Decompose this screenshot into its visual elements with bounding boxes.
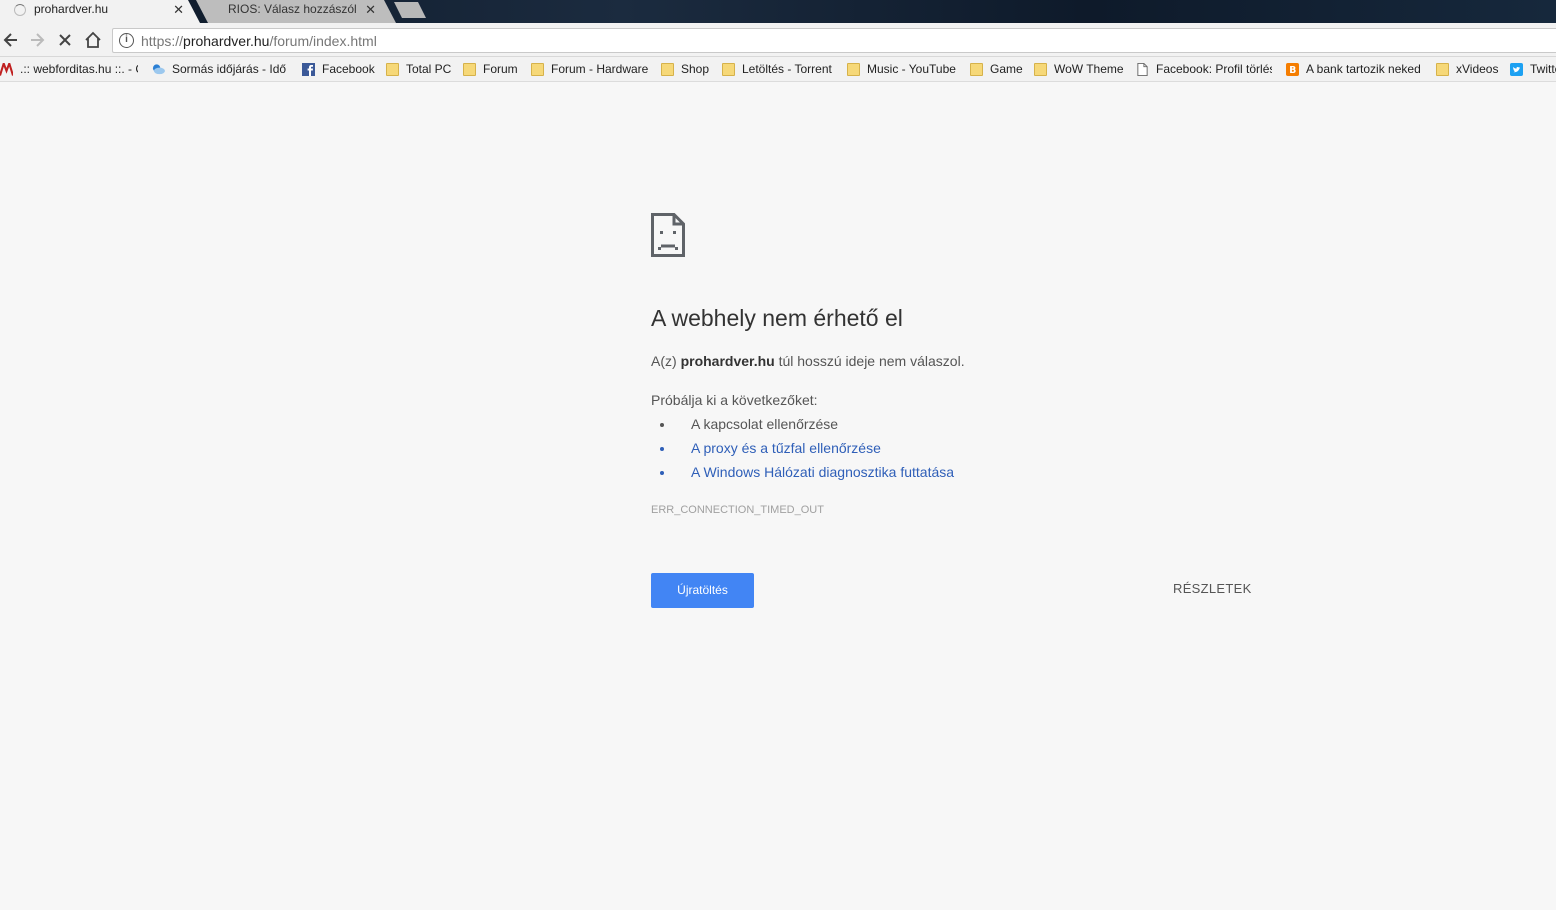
bookmark-folder-music-youtube[interactable]: Music - YouTube — [847, 61, 961, 78]
twitter-icon — [1510, 63, 1523, 76]
folder-icon — [531, 63, 544, 76]
suggestions-list: A kapcsolat ellenőrzése A proxy és a tűz… — [675, 412, 954, 484]
bookmark-folder-forum[interactable]: Forum — [463, 61, 521, 78]
browser-toolbar: i https://prohardver.hu/forum/index.html — [0, 23, 1556, 57]
suggestion-check-proxy-link[interactable]: A proxy és a tűzfal ellenőrzése — [675, 436, 954, 460]
tab-close-icon[interactable]: ✕ — [173, 3, 184, 17]
bookmark-folder-letoltes-torrent[interactable]: Letöltés - Torrent — [722, 61, 840, 78]
folder-icon — [386, 63, 399, 76]
new-tab-button[interactable] — [394, 2, 426, 18]
reload-button[interactable]: Újratöltés — [651, 573, 754, 608]
folder-icon — [722, 63, 735, 76]
error-code: ERR_CONNECTION_TIMED_OUT — [651, 504, 824, 516]
bookmark-folder-total-pc[interactable]: Total PC — [386, 61, 454, 78]
blogger-icon: B — [1286, 63, 1299, 76]
tab-rios[interactable]: RIOS: Válasz hozzászólás ✕ — [196, 0, 396, 23]
forward-arrow-icon — [31, 33, 45, 47]
folder-icon — [661, 63, 674, 76]
folder-icon — [1034, 63, 1047, 76]
address-bar[interactable]: i https://prohardver.hu/forum/index.html — [112, 28, 1556, 53]
home-icon — [85, 31, 101, 48]
loading-spinner-icon — [14, 4, 26, 16]
bookmark-sormas-idojaras[interactable]: Sormás időjárás - Idő — [152, 61, 288, 78]
bookmarks-bar: .:: webforditas.hu ::. - C Sormás időjár… — [0, 57, 1556, 82]
back-arrow-icon — [3, 33, 17, 47]
home-button[interactable] — [82, 29, 104, 51]
folder-icon — [1436, 63, 1449, 76]
url-text: https://prohardver.hu/forum/index.html — [141, 33, 377, 49]
tab-prohardver[interactable]: prohardver.hu ✕ — [0, 0, 200, 23]
bookmark-folder-game[interactable]: Game — [970, 61, 1026, 78]
tab-title: prohardver.hu — [34, 2, 109, 16]
tab-close-icon[interactable]: ✕ — [365, 3, 376, 17]
webforditas-icon — [0, 63, 13, 76]
tab-title: RIOS: Válasz hozzászólás — [228, 2, 356, 16]
bookmark-folder-shop[interactable]: Shop — [661, 61, 713, 78]
bookmark-twitter[interactable]: Twitter — [1510, 61, 1556, 78]
bookmark-webforditas[interactable]: .:: webforditas.hu ::. - C — [0, 61, 138, 78]
bookmark-facebook[interactable]: Facebook — [302, 61, 378, 78]
bookmark-folder-forum-hardware[interactable]: Forum - Hardware — [531, 61, 653, 78]
suggestions-label: Próbálja ki a következőket: — [651, 392, 818, 408]
error-title: A webhely nem érhető el — [651, 305, 903, 331]
weather-icon — [152, 64, 165, 75]
sad-page-icon — [651, 213, 685, 257]
stop-button[interactable] — [54, 29, 76, 51]
suggestion-check-connection: A kapcsolat ellenőrzése — [675, 412, 954, 436]
folder-icon — [847, 63, 860, 76]
bookmark-facebook-profil-torles[interactable]: Facebook: Profil törlés — [1136, 61, 1272, 78]
details-button[interactable]: RÉSZLETEK — [1173, 581, 1252, 596]
folder-icon — [463, 63, 476, 76]
bookmark-a-bank-tartozik-neked[interactable]: B A bank tartozik neked — [1286, 61, 1422, 78]
facebook-icon — [302, 63, 315, 76]
error-description: A(z) prohardver.hu túl hosszú ideje nem … — [651, 353, 965, 369]
folder-icon — [970, 63, 983, 76]
svg-text:B: B — [1289, 65, 1296, 76]
forward-button[interactable] — [26, 29, 48, 51]
error-host: prohardver.hu — [680, 353, 775, 369]
site-info-icon[interactable]: i — [119, 33, 134, 48]
tab-strip: prohardver.hu ✕ RIOS: Válasz hozzászólás… — [0, 0, 1556, 23]
bookmark-folder-xvideos[interactable]: xVideos — [1436, 61, 1502, 78]
bookmark-folder-wow-theme[interactable]: WoW Theme — [1034, 61, 1128, 78]
page-icon — [1137, 63, 1148, 76]
back-button[interactable] — [0, 29, 22, 51]
stop-icon — [59, 34, 71, 46]
suggestion-run-diagnostics-link[interactable]: A Windows Hálózati diagnosztika futtatás… — [675, 460, 954, 484]
